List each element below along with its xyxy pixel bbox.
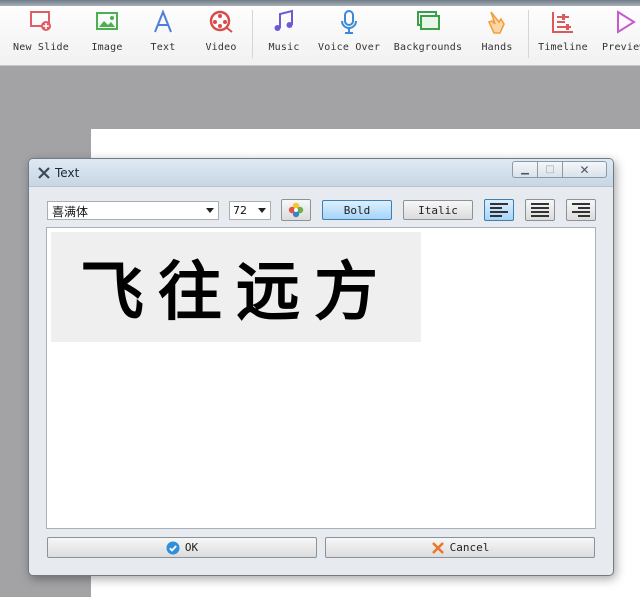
maximize-button[interactable]: □ bbox=[538, 161, 563, 178]
toolbar-separator bbox=[528, 10, 529, 58]
check-icon bbox=[166, 541, 180, 555]
image-label: Image bbox=[91, 42, 123, 53]
backgrounds-label: Backgrounds bbox=[393, 42, 463, 53]
image-button[interactable]: Image bbox=[86, 8, 128, 60]
music-button[interactable]: Music bbox=[264, 8, 304, 60]
color-palette-icon bbox=[288, 202, 304, 218]
font-family-value: 喜满体 bbox=[52, 205, 89, 219]
preview-button[interactable]: Preview bbox=[602, 8, 640, 60]
align-center-icon bbox=[531, 203, 549, 217]
new-slide-label: New Slide bbox=[13, 42, 69, 53]
align-left-icon bbox=[490, 203, 508, 217]
new-slide-button[interactable]: New Slide bbox=[12, 8, 70, 60]
font-family-select[interactable]: 喜满体 bbox=[47, 201, 219, 220]
timeline-icon bbox=[552, 12, 573, 33]
image-icon bbox=[96, 12, 118, 30]
align-right-icon bbox=[572, 203, 590, 217]
preview-icon bbox=[617, 10, 636, 34]
text-button[interactable]: Text bbox=[146, 8, 180, 60]
dialog-titlebar[interactable]: Text ▁ □ ✕ bbox=[29, 159, 613, 187]
close-button[interactable]: ✕ bbox=[563, 161, 607, 178]
dialog-title: Text bbox=[55, 166, 80, 180]
align-right-button[interactable] bbox=[566, 199, 596, 221]
toolbar-separator bbox=[252, 10, 253, 58]
preview-label: Preview bbox=[602, 42, 640, 53]
hands-button[interactable]: Hands bbox=[478, 8, 516, 60]
video-button[interactable]: Video bbox=[200, 8, 242, 60]
italic-button[interactable]: Italic bbox=[403, 200, 473, 220]
maximize-icon: □ bbox=[545, 164, 555, 175]
cancel-label: Cancel bbox=[449, 541, 490, 554]
hand-icon bbox=[487, 11, 505, 34]
bold-button[interactable]: Bold bbox=[322, 200, 392, 220]
cancel-icon bbox=[431, 541, 445, 555]
text-editor[interactable]: 飞往远方 bbox=[46, 227, 596, 529]
align-left-button[interactable] bbox=[484, 199, 514, 221]
text-icon bbox=[154, 9, 172, 33]
hands-label: Hands bbox=[481, 42, 513, 53]
ok-label: OK bbox=[184, 541, 199, 554]
text-dialog: Text ▁ □ ✕ 喜满体 72 Bold Italic 飞往远方 OK Ca… bbox=[28, 158, 614, 576]
chevron-down-icon bbox=[258, 208, 266, 213]
timeline-label: Timeline bbox=[538, 42, 588, 53]
music-icon bbox=[274, 9, 293, 31]
align-center-button[interactable] bbox=[525, 199, 555, 221]
timeline-button[interactable]: Timeline bbox=[536, 8, 590, 60]
music-label: Music bbox=[268, 42, 300, 53]
minimize-button[interactable]: ▁ bbox=[512, 161, 538, 178]
cancel-button[interactable]: Cancel bbox=[325, 537, 595, 558]
voice-over-label: Voice Over bbox=[318, 42, 381, 53]
video-label: Video bbox=[205, 42, 237, 53]
minimize-icon: ▁ bbox=[521, 164, 529, 175]
backgrounds-icon bbox=[417, 11, 440, 30]
preview-text: 飞往远方 bbox=[80, 256, 392, 330]
font-size-value: 72 bbox=[233, 204, 247, 217]
main-toolbar: New Slide Image Text Video Music Voice O… bbox=[0, 0, 640, 66]
font-size-select[interactable]: 72 bbox=[229, 201, 271, 220]
video-icon bbox=[209, 10, 233, 33]
chevron-down-icon bbox=[206, 208, 214, 213]
tools-icon bbox=[38, 167, 50, 179]
text-preview: 飞往远方 bbox=[51, 232, 421, 342]
close-icon: ✕ bbox=[579, 162, 590, 177]
voice-over-button[interactable]: Voice Over bbox=[318, 8, 380, 60]
text-color-button[interactable] bbox=[281, 199, 311, 221]
new-slide-icon bbox=[30, 11, 51, 31]
ok-button[interactable]: OK bbox=[47, 537, 317, 558]
text-label: Text bbox=[150, 42, 176, 53]
backgrounds-button[interactable]: Backgrounds bbox=[392, 8, 464, 60]
window-controls: ▁ □ ✕ bbox=[512, 161, 607, 179]
microphone-icon bbox=[341, 10, 357, 34]
